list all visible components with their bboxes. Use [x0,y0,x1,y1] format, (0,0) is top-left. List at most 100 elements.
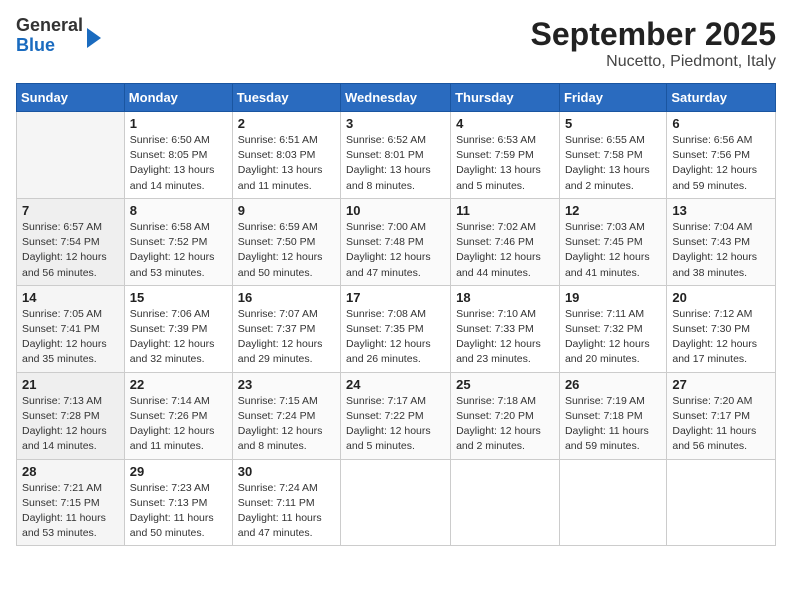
calendar-cell: 10 Sunrise: 7:00 AM Sunset: 7:48 PM Dayli… [341,198,451,285]
day-info: Sunrise: 7:12 AM Sunset: 7:30 PM Dayligh… [672,307,770,368]
calendar-cell [17,112,125,199]
header-row: SundayMondayTuesdayWednesdayThursdayFrid… [17,84,776,112]
calendar-cell [451,459,560,546]
logo: General Blue [16,16,101,56]
day-number: 23 [238,377,335,392]
calendar-cell [667,459,776,546]
calendar-cell: 27 Sunrise: 7:20 AM Sunset: 7:17 PM Dayli… [667,372,776,459]
day-number: 8 [130,203,227,218]
day-number: 21 [22,377,119,392]
day-info: Sunrise: 6:52 AM Sunset: 8:01 PM Dayligh… [346,133,445,194]
day-number: 16 [238,290,335,305]
calendar-cell: 3 Sunrise: 6:52 AM Sunset: 8:01 PM Daylig… [341,112,451,199]
day-info: Sunrise: 7:05 AM Sunset: 7:41 PM Dayligh… [22,307,119,368]
logo-text: General Blue [16,16,83,56]
day-number: 5 [565,116,661,131]
week-row-1: 1 Sunrise: 6:50 AM Sunset: 8:05 PM Daylig… [17,112,776,199]
day-number: 18 [456,290,554,305]
calendar-cell: 23 Sunrise: 7:15 AM Sunset: 7:24 PM Dayli… [232,372,340,459]
calendar-cell: 29Sunrise: 7:23 AM Sunset: 7:13 PM Dayli… [124,459,232,546]
calendar-cell: 12Sunrise: 7:03 AM Sunset: 7:45 PM Dayli… [559,198,666,285]
day-number: 28 [22,464,119,479]
day-number: 26 [565,377,661,392]
calendar-cell: 9 Sunrise: 6:59 AM Sunset: 7:50 PM Daylig… [232,198,340,285]
day-number: 2 [238,116,335,131]
day-number: 17 [346,290,445,305]
logo-blue: Blue [16,36,83,56]
day-info: Sunrise: 6:56 AM Sunset: 7:56 PM Dayligh… [672,133,770,194]
day-info: Sunrise: 7:19 AM Sunset: 7:18 PM Dayligh… [565,394,661,455]
header-col-wednesday: Wednesday [341,84,451,112]
logo-arrow-icon [87,28,101,48]
day-info: Sunrise: 7:17 AM Sunset: 7:22 PM Dayligh… [346,394,445,455]
header-col-saturday: Saturday [667,84,776,112]
header-col-sunday: Sunday [17,84,125,112]
day-info: Sunrise: 7:10 AM Sunset: 7:33 PM Dayligh… [456,307,554,368]
week-row-2: 7 Sunrise: 6:57 AM Sunset: 7:54 PM Daylig… [17,198,776,285]
header-col-monday: Monday [124,84,232,112]
day-info: Sunrise: 6:50 AM Sunset: 8:05 PM Dayligh… [130,133,227,194]
calendar-cell: 25 Sunrise: 7:18 AM Sunset: 7:20 PM Dayli… [451,372,560,459]
calendar-cell: 19 Sunrise: 7:11 AM Sunset: 7:32 PM Dayli… [559,285,666,372]
day-info: Sunrise: 7:00 AM Sunset: 7:48 PM Dayligh… [346,220,445,281]
calendar-cell: 16Sunrise: 7:07 AM Sunset: 7:37 PM Dayli… [232,285,340,372]
calendar-header: SundayMondayTuesdayWednesdayThursdayFrid… [17,84,776,112]
calendar-cell: 24 Sunrise: 7:17 AM Sunset: 7:22 PM Dayli… [341,372,451,459]
day-number: 19 [565,290,661,305]
day-info: Sunrise: 7:24 AM Sunset: 7:11 PM Dayligh… [238,481,335,542]
day-info: Sunrise: 7:04 AM Sunset: 7:43 PM Dayligh… [672,220,770,281]
header-col-thursday: Thursday [451,84,560,112]
day-info: Sunrise: 7:15 AM Sunset: 7:24 PM Dayligh… [238,394,335,455]
day-number: 24 [346,377,445,392]
day-info: Sunrise: 7:11 AM Sunset: 7:32 PM Dayligh… [565,307,661,368]
day-number: 25 [456,377,554,392]
day-info: Sunrise: 7:02 AM Sunset: 7:46 PM Dayligh… [456,220,554,281]
week-row-5: 28 Sunrise: 7:21 AM Sunset: 7:15 PM Dayli… [17,459,776,546]
day-number: 7 [22,203,119,218]
calendar-cell [341,459,451,546]
day-info: Sunrise: 6:58 AM Sunset: 7:52 PM Dayligh… [130,220,227,281]
title-block: September 2025 Nucetto, Piedmont, Italy [531,16,776,71]
week-row-3: 14Sunrise: 7:05 AM Sunset: 7:41 PM Dayli… [17,285,776,372]
calendar-cell: 22 Sunrise: 7:14 AM Sunset: 7:26 PM Dayli… [124,372,232,459]
calendar-table: SundayMondayTuesdayWednesdayThursdayFrid… [16,83,776,546]
day-number: 11 [456,203,554,218]
day-info: Sunrise: 7:14 AM Sunset: 7:26 PM Dayligh… [130,394,227,455]
day-number: 4 [456,116,554,131]
calendar-body: 1 Sunrise: 6:50 AM Sunset: 8:05 PM Daylig… [17,112,776,546]
week-row-4: 21Sunrise: 7:13 AM Sunset: 7:28 PM Dayli… [17,372,776,459]
page-title: September 2025 [531,16,776,53]
day-info: Sunrise: 6:59 AM Sunset: 7:50 PM Dayligh… [238,220,335,281]
day-info: Sunrise: 7:20 AM Sunset: 7:17 PM Dayligh… [672,394,770,455]
calendar-cell: 28 Sunrise: 7:21 AM Sunset: 7:15 PM Dayli… [17,459,125,546]
calendar-cell: 18 Sunrise: 7:10 AM Sunset: 7:33 PM Dayli… [451,285,560,372]
calendar-cell: 11 Sunrise: 7:02 AM Sunset: 7:46 PM Dayli… [451,198,560,285]
header-col-tuesday: Tuesday [232,84,340,112]
day-info: Sunrise: 6:55 AM Sunset: 7:58 PM Dayligh… [565,133,661,194]
day-info: Sunrise: 7:08 AM Sunset: 7:35 PM Dayligh… [346,307,445,368]
calendar-cell: 15 Sunrise: 7:06 AM Sunset: 7:39 PM Dayli… [124,285,232,372]
day-number: 27 [672,377,770,392]
page-header: General Blue September 2025 Nucetto, Pie… [16,16,776,71]
day-info: Sunrise: 7:06 AM Sunset: 7:39 PM Dayligh… [130,307,227,368]
calendar-cell: 7 Sunrise: 6:57 AM Sunset: 7:54 PM Daylig… [17,198,125,285]
day-info: Sunrise: 7:21 AM Sunset: 7:15 PM Dayligh… [22,481,119,542]
logo-general: General [16,16,83,36]
header-col-friday: Friday [559,84,666,112]
day-info: Sunrise: 6:53 AM Sunset: 7:59 PM Dayligh… [456,133,554,194]
day-info: Sunrise: 7:18 AM Sunset: 7:20 PM Dayligh… [456,394,554,455]
day-number: 1 [130,116,227,131]
day-info: Sunrise: 6:57 AM Sunset: 7:54 PM Dayligh… [22,220,119,281]
day-number: 9 [238,203,335,218]
day-number: 3 [346,116,445,131]
day-info: Sunrise: 7:23 AM Sunset: 7:13 PM Dayligh… [130,481,227,542]
calendar-cell: 4 Sunrise: 6:53 AM Sunset: 7:59 PM Daylig… [451,112,560,199]
day-number: 22 [130,377,227,392]
day-number: 15 [130,290,227,305]
calendar-cell: 1 Sunrise: 6:50 AM Sunset: 8:05 PM Daylig… [124,112,232,199]
calendar-cell: 13Sunrise: 7:04 AM Sunset: 7:43 PM Dayli… [667,198,776,285]
day-number: 10 [346,203,445,218]
calendar-cell: 6 Sunrise: 6:56 AM Sunset: 7:56 PM Daylig… [667,112,776,199]
page-subtitle: Nucetto, Piedmont, Italy [531,53,776,71]
day-number: 6 [672,116,770,131]
